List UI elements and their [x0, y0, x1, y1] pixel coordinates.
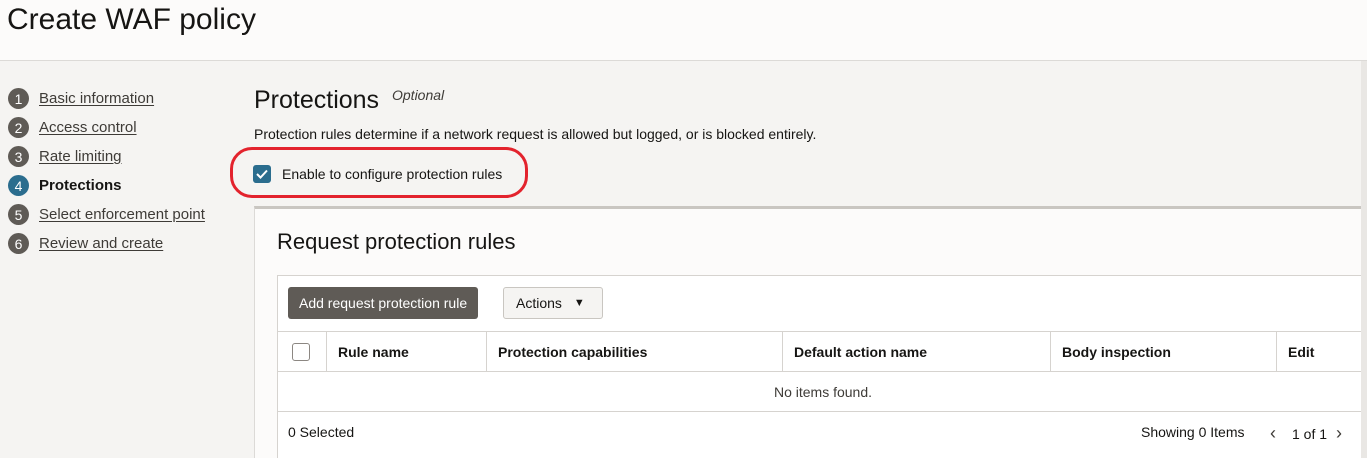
section-description: Protection rules determine if a network …	[254, 126, 817, 142]
optional-tag: Optional	[392, 87, 445, 103]
enable-protection-rules-label: Enable to configure protection rules	[282, 166, 503, 182]
table-header: Rule name Protection capabilities Defaul…	[278, 331, 1367, 372]
card-title: Request protection rules	[277, 229, 516, 254]
pagination-text: 1 of 1	[1292, 426, 1328, 442]
wizard-stepper: 1 Basic information 2 Access control 3 R…	[8, 84, 238, 258]
enable-protection-rules-checkbox[interactable]: Enable to configure protection rules	[253, 165, 502, 183]
chevron-left-icon[interactable]: ‹	[1270, 423, 1276, 444]
selected-count: 0 Selected	[288, 424, 355, 440]
column-rule-name[interactable]: Rule name	[327, 332, 487, 371]
select-all-cell	[278, 332, 327, 371]
showing-count: Showing 0 Items	[1141, 424, 1245, 440]
column-protection-capabilities[interactable]: Protection capabilities	[487, 332, 783, 371]
checkbox-checked-icon[interactable]	[253, 165, 271, 183]
step-number: 2	[8, 117, 29, 138]
step-label[interactable]: Access control	[39, 119, 137, 136]
table-footer: 0 Selected Showing 0 Items ‹ 1 of 1 ›	[278, 412, 1367, 452]
step-number: 6	[8, 233, 29, 254]
step-number: 4	[8, 175, 29, 196]
page-title: Create WAF policy	[7, 3, 256, 36]
step-label[interactable]: Select enforcement point	[39, 206, 205, 223]
section-title: Protections	[254, 86, 380, 114]
step-number: 5	[8, 204, 29, 225]
add-request-protection-rule-button[interactable]: Add request protection rule	[288, 287, 479, 319]
rules-table: Add request protection rule Actions ▼ Ru…	[277, 275, 1367, 458]
step-select-enforcement-point[interactable]: 5 Select enforcement point	[8, 200, 238, 229]
step-label[interactable]: Review and create	[39, 235, 163, 252]
step-basic-information[interactable]: 1 Basic information	[8, 84, 238, 113]
step-label[interactable]: Rate limiting	[39, 148, 122, 165]
step-review-and-create[interactable]: 6 Review and create	[8, 229, 238, 258]
page-header: Create WAF policy	[0, 0, 1367, 61]
column-default-action-name[interactable]: Default action name	[783, 332, 1051, 371]
caret-down-icon: ▼	[573, 297, 585, 309]
empty-state: No items found.	[278, 372, 1367, 412]
step-number: 3	[8, 146, 29, 167]
step-rate-limiting[interactable]: 3 Rate limiting	[8, 142, 238, 171]
step-protections: 4 Protections	[8, 171, 238, 200]
select-all-checkbox[interactable]	[292, 342, 310, 361]
actions-menu-button[interactable]: Actions ▼	[503, 287, 603, 319]
step-label: Protections	[39, 177, 122, 194]
step-number: 1	[8, 88, 29, 109]
table-toolbar: Add request protection rule Actions ▼	[278, 276, 1367, 332]
column-edit: Edit	[1288, 343, 1315, 360]
step-access-control[interactable]: 2 Access control	[8, 113, 238, 142]
step-label[interactable]: Basic information	[39, 90, 154, 107]
column-body-inspection[interactable]: Body inspection	[1051, 332, 1277, 371]
chevron-right-icon[interactable]: ›	[1336, 423, 1342, 444]
request-protection-rules-card: Request protection rules Add request pro…	[254, 206, 1367, 458]
actions-label: Actions	[516, 295, 562, 311]
page-scrollbar[interactable]	[1361, 61, 1367, 458]
